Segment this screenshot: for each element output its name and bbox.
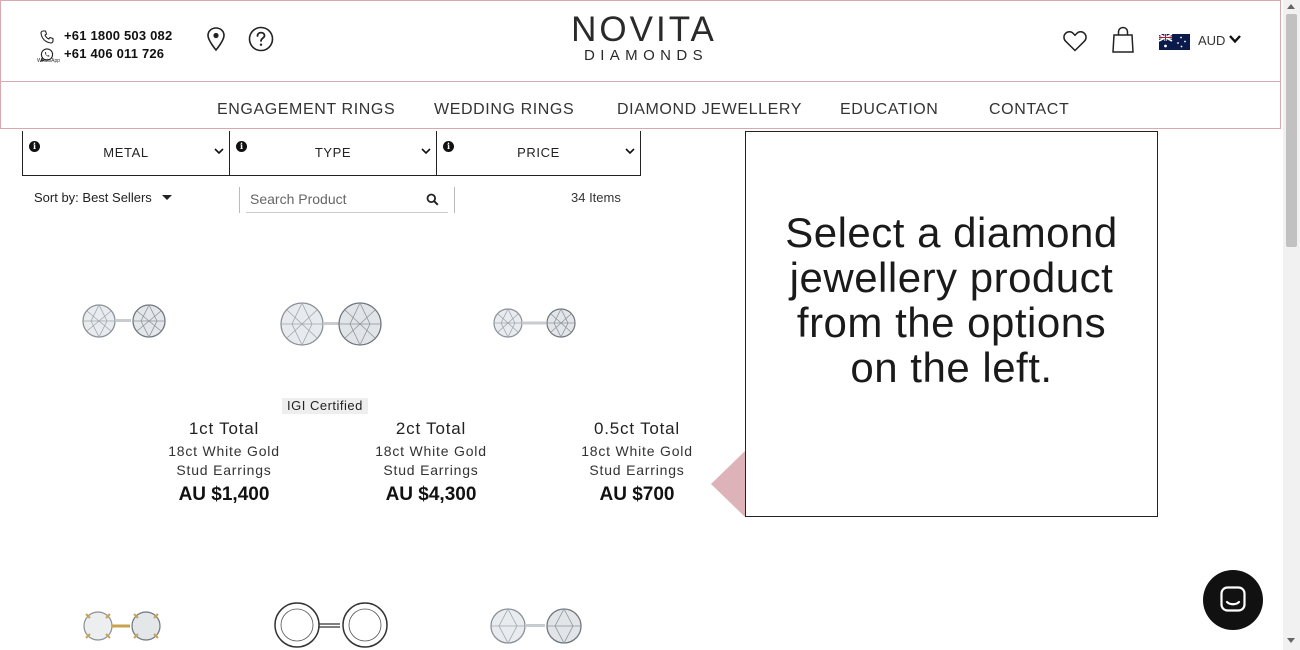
product-metal: 18ct White Gold bbox=[581, 443, 693, 459]
chat-icon bbox=[1220, 586, 1246, 612]
scroll-up-arrow-icon[interactable] bbox=[1287, 4, 1295, 9]
chevron-down-icon bbox=[214, 148, 224, 155]
product-type: Stud Earrings bbox=[383, 462, 479, 478]
product-preview-panel: Select a diamond jewellery product from … bbox=[745, 131, 1158, 517]
stud-earrings-image bbox=[280, 302, 382, 346]
australia-flag-icon[interactable] bbox=[1158, 33, 1190, 50]
filter-metal[interactable]: i METAL bbox=[23, 131, 229, 175]
product-title: 0.5ct Total bbox=[594, 419, 680, 438]
whatsapp-number: +61 406 011 726 bbox=[64, 46, 165, 61]
sort-dropdown[interactable]: Sort by: Best Sellers bbox=[34, 190, 152, 205]
product-title: 1ct Total bbox=[188, 419, 260, 438]
wishlist-heart-icon[interactable] bbox=[1062, 29, 1088, 53]
product-type: Stud Earrings bbox=[176, 462, 272, 478]
product-type: Stud Earrings bbox=[589, 462, 685, 478]
stud-earrings-image bbox=[83, 611, 161, 641]
nav-engagement-rings[interactable]: ENGAGEMENT RINGS bbox=[217, 101, 395, 119]
product-search bbox=[239, 187, 455, 213]
phone-number: +61 1800 503 082 bbox=[64, 28, 173, 43]
filter-type[interactable]: i TYPE bbox=[229, 131, 436, 175]
product-price: AU $700 bbox=[599, 484, 675, 505]
stud-earrings-image bbox=[82, 304, 166, 338]
panel-message-line: jewellery product bbox=[789, 254, 1114, 301]
nav-diamond-jewellery[interactable]: DIAMOND JEWELLERY bbox=[617, 101, 802, 119]
caret-down-icon[interactable] bbox=[162, 195, 172, 200]
panel-message: Select a diamond jewellery product from … bbox=[746, 210, 1157, 390]
filter-label: METAL bbox=[103, 145, 149, 160]
nav-contact[interactable]: CONTACT bbox=[989, 101, 1069, 119]
help-icon[interactable] bbox=[248, 26, 274, 52]
panel-message-line: Select a diamond bbox=[785, 209, 1118, 256]
nav-wedding-rings[interactable]: WEDDING RINGS bbox=[434, 101, 574, 119]
scrollbar-thumb[interactable] bbox=[1286, 14, 1297, 247]
logo-subtitle: DIAMONDS bbox=[583, 47, 709, 64]
site-header: +61 1800 503 082 +61 406 011 726 WhatsAp… bbox=[0, 0, 1281, 129]
nav-education[interactable]: EDUCATION bbox=[840, 101, 938, 119]
location-pin-icon[interactable] bbox=[205, 26, 227, 52]
search-input[interactable] bbox=[250, 191, 410, 207]
chevron-down-icon bbox=[421, 148, 431, 155]
filter-bar: i METAL i TYPE i PRICE bbox=[22, 131, 641, 176]
phone-icon bbox=[40, 30, 54, 44]
product-metal: 18ct White Gold bbox=[375, 443, 487, 459]
items-count: 34 Items bbox=[571, 190, 621, 205]
chat-button[interactable] bbox=[1203, 570, 1263, 630]
filter-label: PRICE bbox=[517, 145, 560, 160]
whatsapp-label: WhatsApp bbox=[37, 58, 61, 64]
stud-earrings-image bbox=[493, 308, 576, 338]
shopping-bag-icon[interactable] bbox=[1111, 26, 1135, 53]
whatsapp-link[interactable]: +61 406 011 726 bbox=[39, 46, 189, 64]
header-divider bbox=[1, 81, 1280, 82]
filter-label: TYPE bbox=[314, 145, 352, 160]
search-icon[interactable] bbox=[426, 193, 439, 206]
panel-pointer-arrow bbox=[711, 451, 745, 517]
search-underline bbox=[246, 212, 448, 213]
certified-badge: IGI Certified bbox=[282, 398, 368, 414]
main-nav: ENGAGEMENT RINGS WEDDING RINGS DIAMOND J… bbox=[1, 101, 1281, 121]
product-metal: 18ct White Gold bbox=[168, 443, 280, 459]
panel-message-line: on the left. bbox=[850, 344, 1053, 391]
product-price: AU $1,400 bbox=[178, 484, 270, 505]
chevron-down-icon bbox=[625, 148, 635, 155]
scroll-down-arrow-icon[interactable] bbox=[1287, 638, 1295, 643]
phone-link[interactable]: +61 1800 503 082 bbox=[39, 28, 189, 46]
filter-price[interactable]: i PRICE bbox=[436, 131, 640, 175]
product-price: AU $4,300 bbox=[385, 484, 477, 505]
brand-logo[interactable]: NOVITA DIAMONDS bbox=[571, 10, 717, 65]
stud-earrings-sketch-image bbox=[274, 602, 388, 648]
panel-message-line: from the options bbox=[796, 299, 1107, 346]
stud-earrings-image bbox=[490, 608, 582, 644]
page-scrollbar[interactable] bbox=[1283, 0, 1300, 650]
logo-wordmark: NOVITA bbox=[571, 10, 717, 49]
product-title: 2ct Total bbox=[395, 419, 467, 438]
currency-selector[interactable]: AUD bbox=[1198, 33, 1225, 48]
chevron-down-icon[interactable] bbox=[1228, 33, 1242, 45]
